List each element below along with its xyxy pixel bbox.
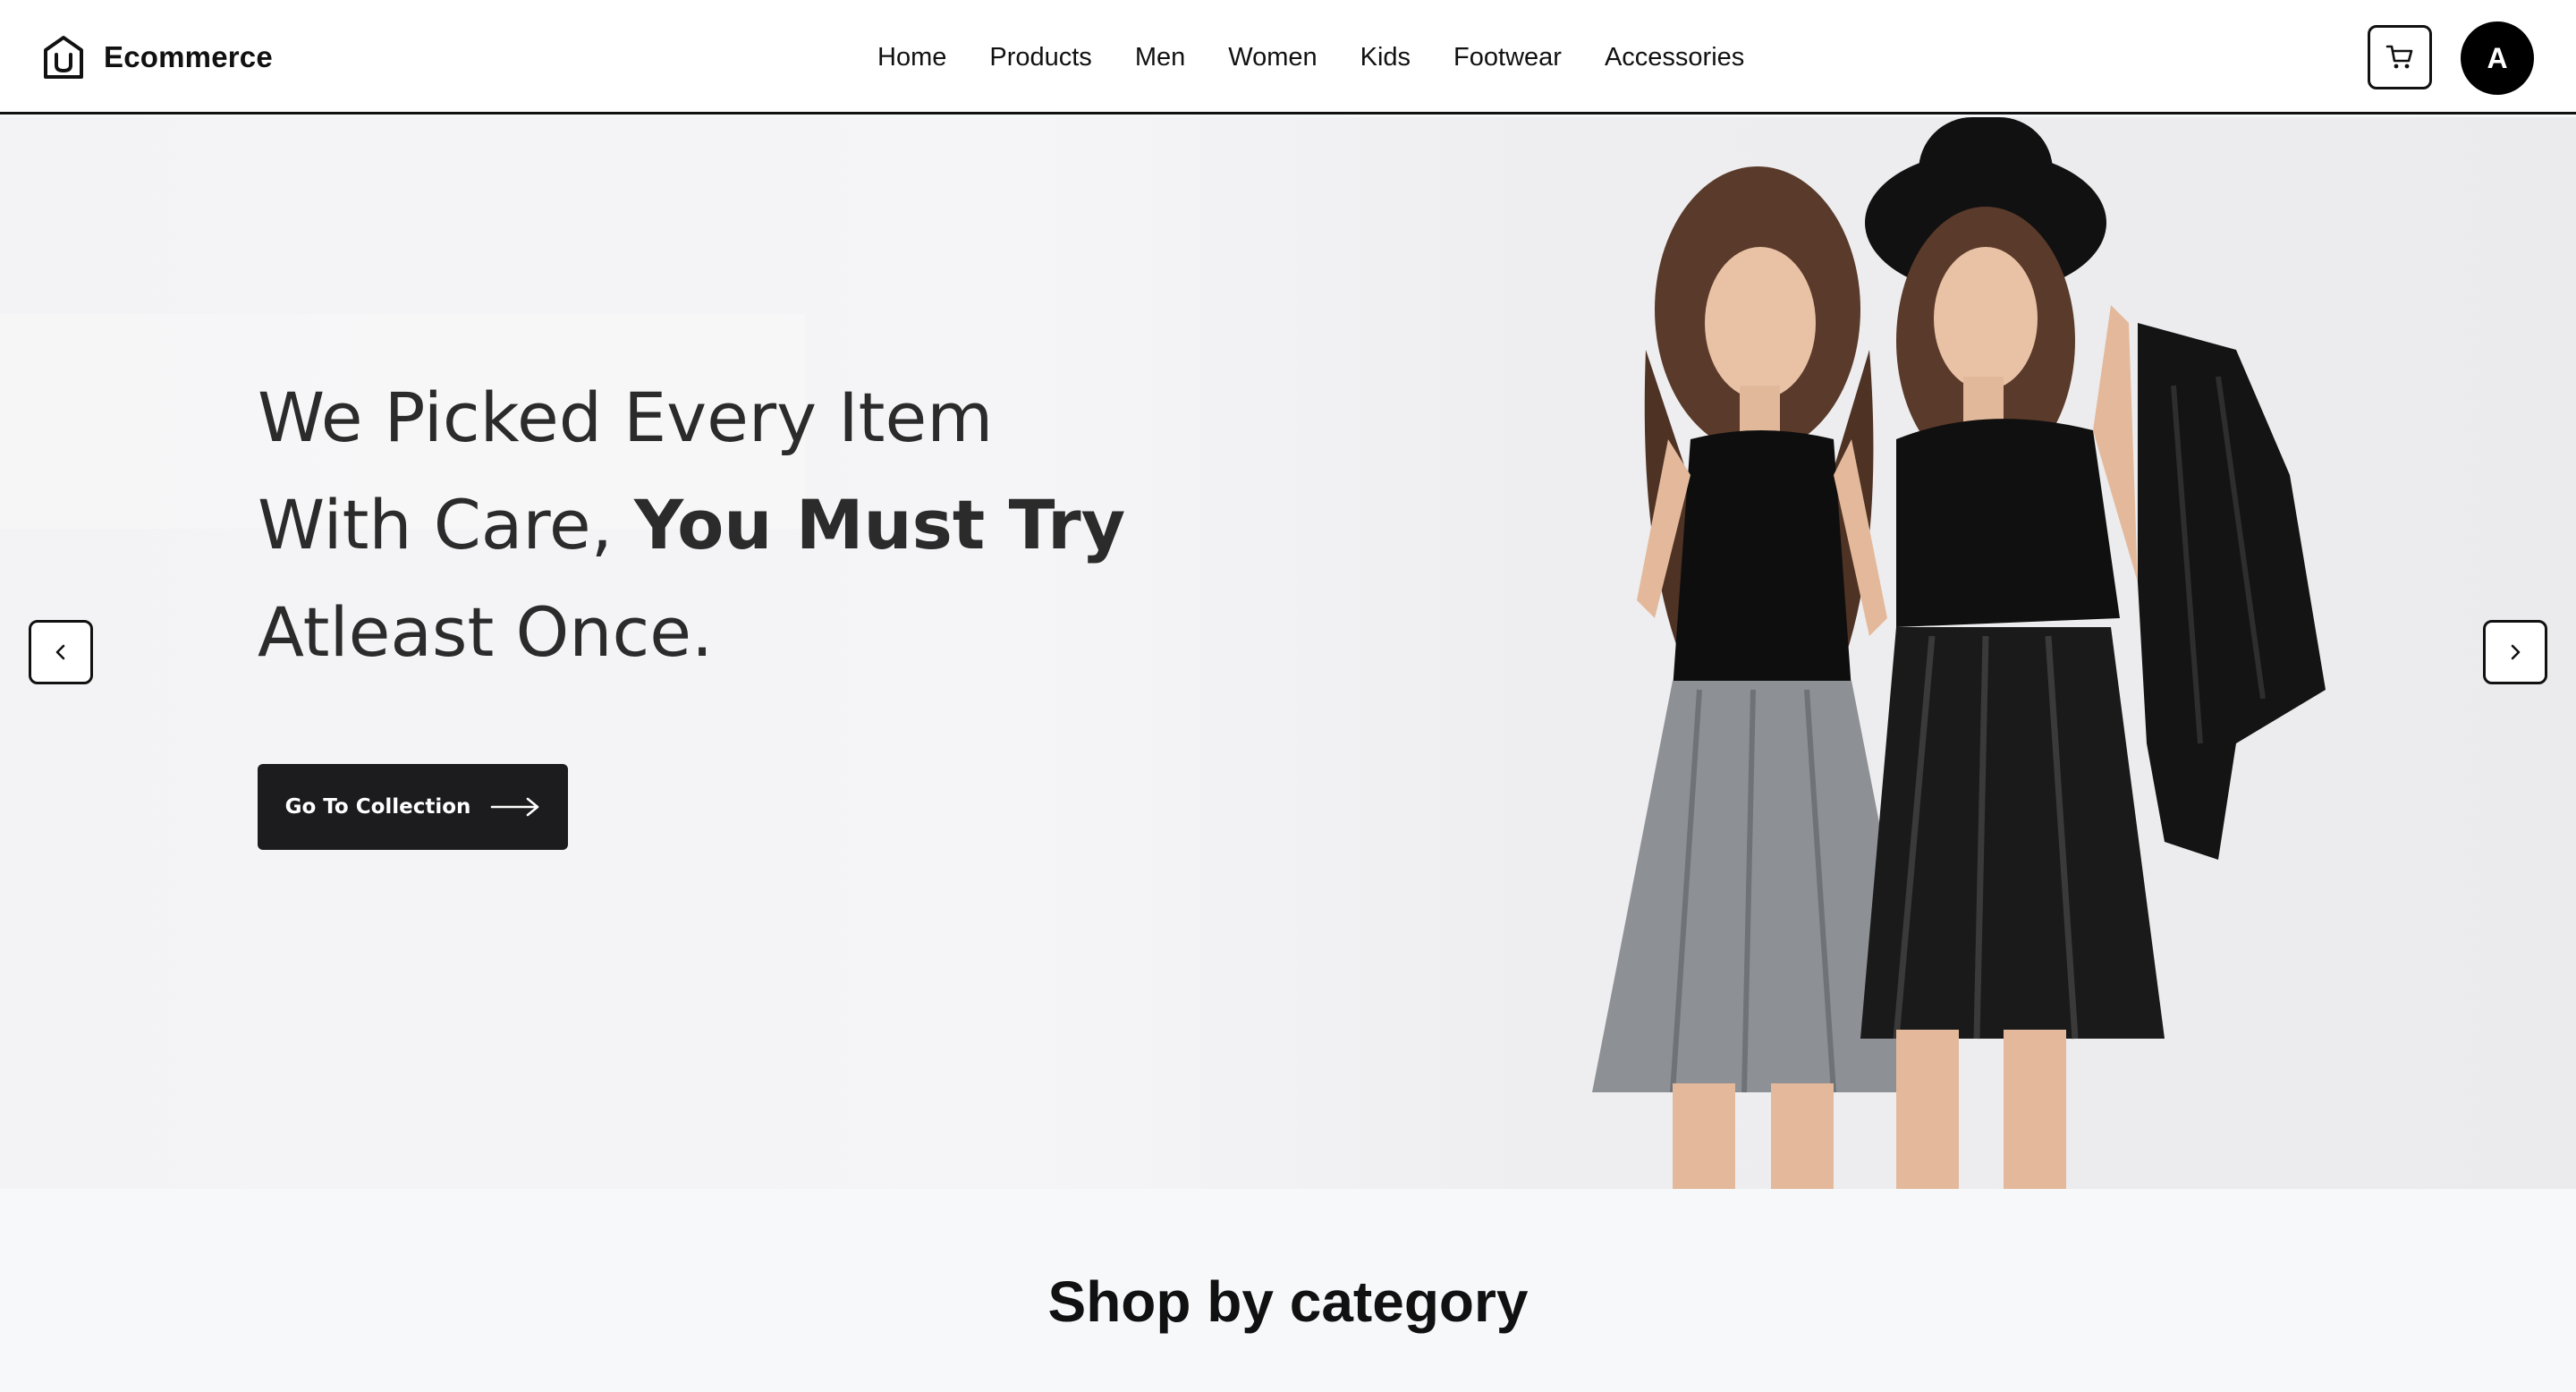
- nav-men[interactable]: Men: [1135, 43, 1185, 72]
- shop-by-category-heading: Shop by category: [1047, 1269, 1529, 1334]
- nav-home[interactable]: Home: [877, 43, 946, 72]
- nav-women[interactable]: Women: [1228, 43, 1317, 72]
- user-avatar[interactable]: A: [2461, 21, 2534, 95]
- hero-heading-line-2-regular: With Care,: [258, 485, 613, 564]
- previous-slide-button[interactable]: [29, 620, 93, 684]
- chevron-right-icon: [2511, 644, 2521, 660]
- go-to-collection-button[interactable]: Go To Collection: [258, 764, 568, 850]
- cart-button[interactable]: [2368, 25, 2432, 89]
- site-header: Ecommerce Home Products Men Women Kids F…: [0, 0, 2576, 115]
- nav-products[interactable]: Products: [989, 43, 1091, 72]
- hero-banner: We Picked Every Item With Care, You Must…: [0, 117, 2576, 1189]
- brand-name[interactable]: Ecommerce: [104, 40, 273, 74]
- main-navigation: Home Products Men Women Kids Footwear Ac…: [877, 36, 1744, 79]
- hero-heading-line-1: We Picked Every Item: [258, 378, 994, 457]
- nav-footwear[interactable]: Footwear: [1453, 43, 1562, 72]
- hero-heading-line-2-bold: You Must Try: [634, 485, 1126, 564]
- hero-heading-line-2: With Care, You Must Try: [258, 471, 1152, 579]
- hero-models-image: [1592, 117, 2326, 1189]
- nav-accessories[interactable]: Accessories: [1605, 43, 1744, 72]
- cart-icon: [2385, 45, 2413, 69]
- next-slide-button[interactable]: [2483, 620, 2547, 684]
- shopping-bag-logo-icon: [44, 36, 83, 79]
- brand-logo[interactable]: Ecommerce: [43, 32, 273, 82]
- cta-label: Go To Collection: [284, 795, 471, 819]
- hero-heading-line-3: Atleast Once.: [258, 592, 714, 672]
- nav-kids[interactable]: Kids: [1360, 43, 1411, 72]
- chevron-left-icon: [55, 644, 65, 660]
- arrow-right-icon: [491, 797, 539, 817]
- hero-heading: We Picked Every Item With Care, You Must…: [258, 364, 1152, 686]
